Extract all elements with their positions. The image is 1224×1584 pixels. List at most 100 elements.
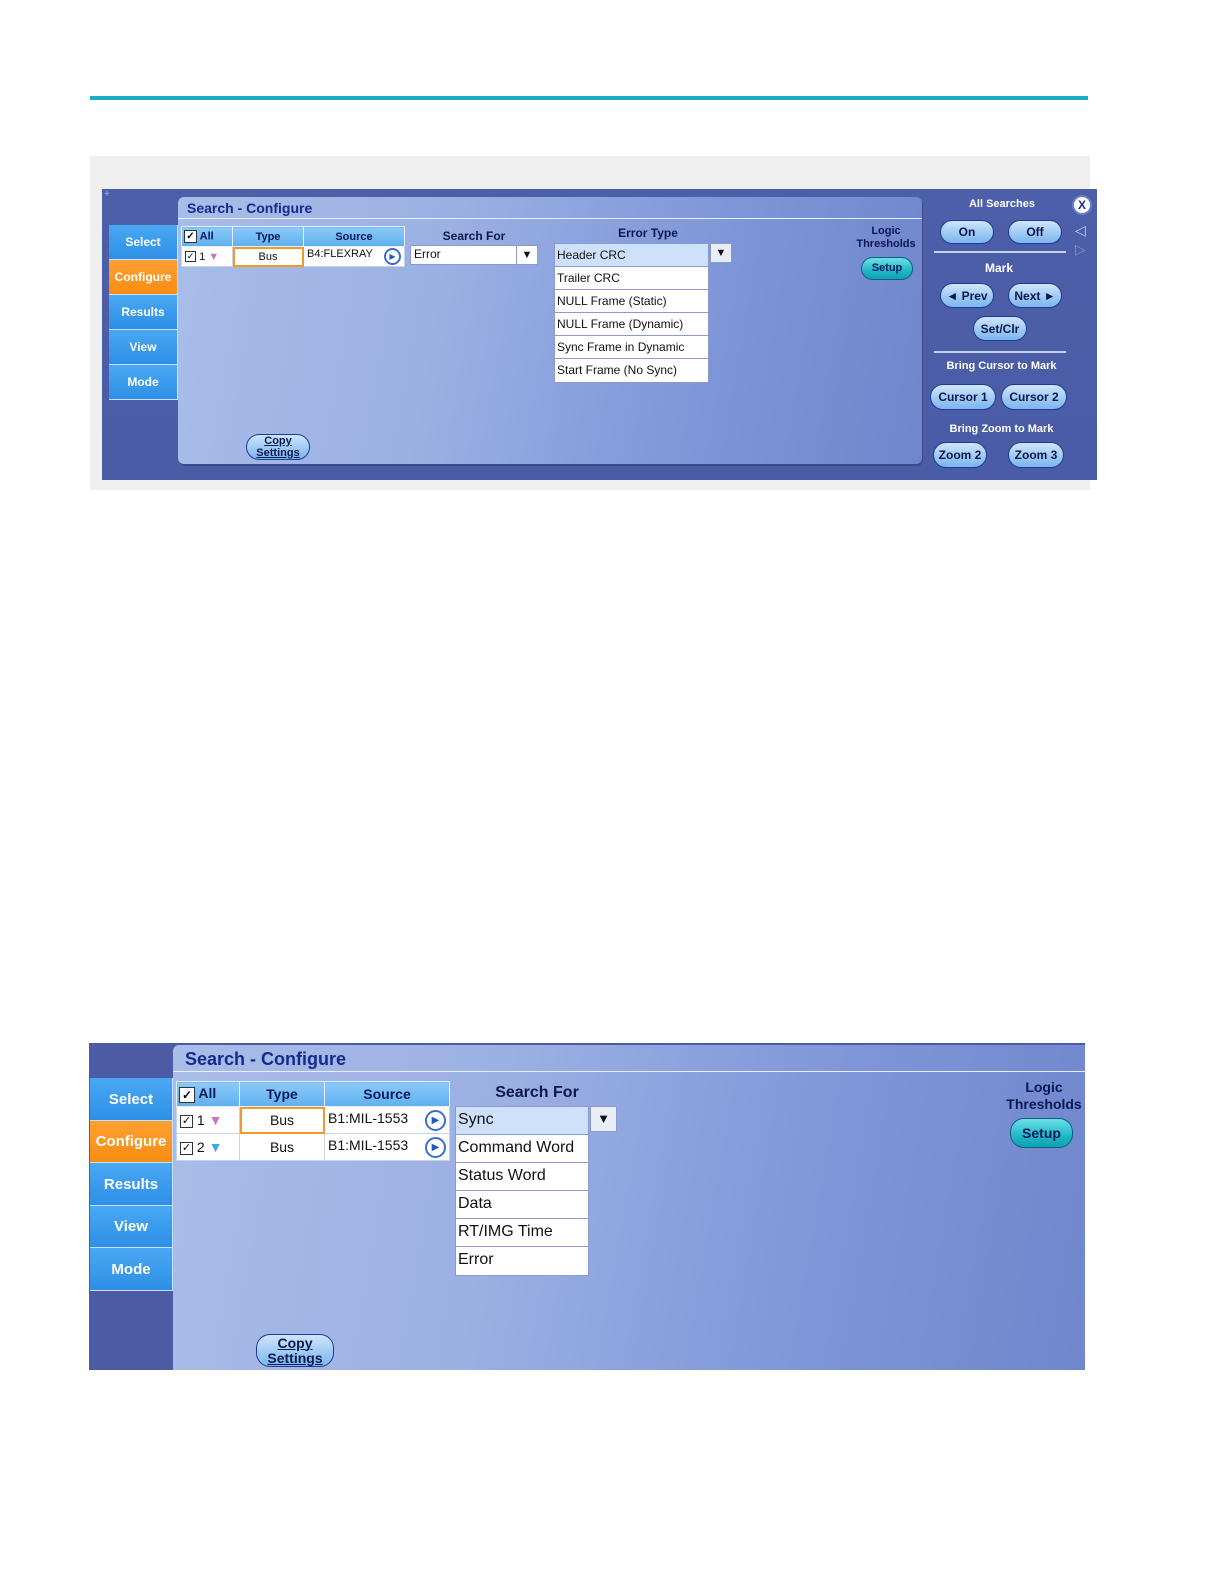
type-header: Type <box>232 226 304 247</box>
all-checkbox[interactable]: ✓ <box>179 1086 195 1103</box>
tab-select[interactable]: Select <box>90 1078 173 1121</box>
tab-results[interactable]: Results <box>90 1163 173 1206</box>
all-checkbox[interactable]: ✓ <box>184 230 197 243</box>
tab-view[interactable]: View <box>109 330 178 365</box>
error-type-option[interactable]: Start Frame (No Sync) <box>555 359 708 382</box>
bring-zoom-to-mark-label: Bring Zoom to Mark <box>949 423 1054 435</box>
search-for-list[interactable]: Sync Command Word Status Word Data RT/IM… <box>455 1106 589 1276</box>
configure-panel: Search - Configure ✓ All Type Source ✓ 1… <box>178 197 922 464</box>
row-checkbox[interactable]: ✓ <box>185 251 196 263</box>
all-label: All <box>199 230 214 243</box>
row-checkbox[interactable]: ✓ <box>180 1141 193 1155</box>
error-type-label: Error Type <box>618 226 678 240</box>
row-type[interactable]: Bus <box>239 1133 325 1161</box>
side-tabs: Select Configure Results View Mode <box>90 1078 173 1291</box>
error-type-dropdown-button[interactable]: ▼ <box>710 243 732 263</box>
search-for-option[interactable]: Command Word <box>456 1135 588 1163</box>
copy-settings-button[interactable]: Copy Settings <box>246 434 310 460</box>
logic-thresholds-setup-button[interactable]: Setup <box>861 257 913 280</box>
table-row[interactable]: ✓ 1 ▼ Bus B4:FLEXRAY ▶ <box>181 246 405 267</box>
side-tabs: Select Configure Results View Mode <box>109 225 178 400</box>
tab-results[interactable]: Results <box>109 295 178 330</box>
row-number: 1 <box>199 250 206 263</box>
search-for-label: Search For <box>442 229 506 243</box>
source-select-icon[interactable]: ▶ <box>425 1109 446 1131</box>
row-type[interactable]: Bus <box>232 246 304 267</box>
row-number: 1 <box>196 1112 205 1128</box>
mark-next-button[interactable]: Next ► <box>1008 283 1062 308</box>
error-type-option[interactable]: NULL Frame (Dynamic) <box>555 313 708 336</box>
error-type-option[interactable]: Sync Frame in Dynamic <box>555 336 708 359</box>
search-list-table: ✓ All Type Source ✓ 1 ▼ Bus B4:FLEXRAY ▶ <box>181 226 405 267</box>
source-select-icon[interactable]: ▶ <box>425 1136 446 1158</box>
row-source-cell[interactable]: B4:FLEXRAY ▶ <box>303 246 405 267</box>
row-checkbox[interactable]: ✓ <box>180 1114 193 1128</box>
tab-select[interactable]: Select <box>109 225 178 260</box>
triangle-down-icon: ▼ <box>208 1112 223 1128</box>
row-source: B4:FLEXRAY <box>307 248 373 260</box>
error-type-option[interactable]: Header CRC <box>555 244 708 267</box>
table-row[interactable]: ✓ 2 ▼ Bus B1:MIL-1553 ▶ <box>176 1133 450 1161</box>
row-source-cell[interactable]: B1:MIL-1553 ▶ <box>324 1133 450 1161</box>
tab-view[interactable]: View <box>90 1206 173 1248</box>
error-type-option[interactable]: Trailer CRC <box>555 267 708 290</box>
tab-configure[interactable]: Configure <box>90 1121 173 1163</box>
close-icon[interactable]: X <box>1072 195 1092 215</box>
tab-mode[interactable]: Mode <box>109 365 178 400</box>
mark-prev-button[interactable]: ◄ Prev <box>940 283 994 308</box>
collapse-left-arrow-icon[interactable]: ◁ <box>1075 222 1086 239</box>
mark-label: Mark <box>984 261 1013 275</box>
logic-thresholds-label: Logic Thresholds <box>1006 1079 1082 1112</box>
row-enable-cell[interactable]: ✓ 1 ▼ <box>181 246 233 267</box>
row-source: B1:MIL-1553 <box>328 1109 409 1126</box>
search-for-label: Search For <box>495 1084 579 1101</box>
cursor-1-button[interactable]: Cursor 1 <box>930 384 996 410</box>
search-list-table: ✓ All Type Source ✓ 1 ▼ Bus B1:MIL-1553 … <box>176 1081 450 1161</box>
divider <box>934 251 1066 253</box>
search-configure-window-mil1553: Select Configure Results View Mode Searc… <box>89 1043 1085 1370</box>
error-type-option[interactable]: NULL Frame (Static) <box>555 290 708 313</box>
tab-mode[interactable]: Mode <box>90 1248 173 1291</box>
triangle-down-icon: ▼ <box>208 1139 223 1155</box>
all-searches-off-button[interactable]: Off <box>1008 220 1062 244</box>
row-source: B1:MIL-1553 <box>328 1136 409 1153</box>
row-source-cell[interactable]: B1:MIL-1553 ▶ <box>324 1106 450 1134</box>
zoom-2-button[interactable]: Zoom 2 <box>933 442 987 468</box>
cursor-2-button[interactable]: Cursor 2 <box>1001 384 1067 410</box>
tab-configure[interactable]: Configure <box>109 260 178 295</box>
all-label: All <box>198 1085 217 1102</box>
search-configure-window-flexray: + Select Configure Results View Mode Sea… <box>102 189 1097 480</box>
copy-settings-button[interactable]: Copy Settings <box>256 1334 334 1367</box>
row-type[interactable]: Bus <box>239 1106 325 1134</box>
search-for-option[interactable]: Sync <box>456 1107 588 1135</box>
source-header: Source <box>324 1081 450 1107</box>
row-enable-cell[interactable]: ✓ 2 ▼ <box>176 1133 240 1161</box>
expand-right-arrow-icon[interactable]: ▷ <box>1075 241 1086 258</box>
set-clear-mark-button[interactable]: Set/Clr <box>973 316 1027 341</box>
search-for-option[interactable]: Status Word <box>456 1163 588 1191</box>
search-for-option[interactable]: Data <box>456 1191 588 1219</box>
bring-cursor-to-mark-label: Bring Cursor to Mark <box>946 360 1057 372</box>
configure-panel: Search - Configure ✓ All Type Source ✓ 1… <box>173 1045 1085 1370</box>
search-for-dropdown-button[interactable]: ▼ <box>590 1106 617 1132</box>
logic-thresholds-setup-button[interactable]: Setup <box>1010 1118 1073 1148</box>
search-for-dropdown[interactable]: Error ▼ <box>410 245 538 265</box>
logic-thresholds-label: Logic Thresholds <box>856 225 916 250</box>
source-select-icon[interactable]: ▶ <box>384 248 401 265</box>
search-for-option[interactable]: RT/IMG Time <box>456 1219 588 1247</box>
triangle-down-icon: ▼ <box>208 250 220 263</box>
all-searches-on-button[interactable]: On <box>940 220 994 244</box>
row-enable-cell[interactable]: ✓ 1 ▼ <box>176 1106 240 1134</box>
page-top-rule <box>90 96 1088 100</box>
search-for-option[interactable]: Error <box>456 1247 588 1275</box>
table-row[interactable]: ✓ 1 ▼ Bus B1:MIL-1553 ▶ <box>176 1106 450 1134</box>
all-header[interactable]: ✓ All <box>181 226 233 247</box>
panel-title: Search - Configure <box>178 197 922 219</box>
chevron-down-icon[interactable]: ▼ <box>516 246 537 264</box>
row-number: 2 <box>196 1139 205 1155</box>
move-handle-icon[interactable]: + <box>104 190 112 200</box>
error-type-list[interactable]: Header CRC Trailer CRC NULL Frame (Stati… <box>554 243 709 383</box>
zoom-3-button[interactable]: Zoom 3 <box>1008 442 1064 468</box>
all-header[interactable]: ✓ All <box>176 1081 240 1107</box>
type-header: Type <box>239 1081 325 1107</box>
